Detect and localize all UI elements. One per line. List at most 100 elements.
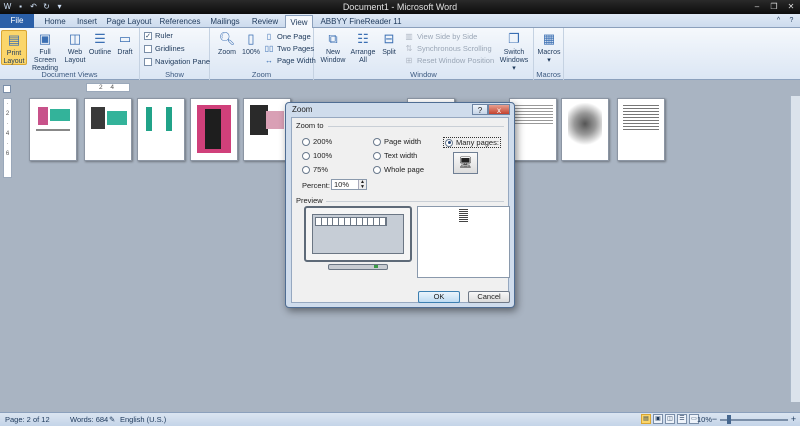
window-title: Document1 - Microsoft Word [342,2,458,12]
ruler-area: 2 4 [0,81,800,95]
page-thumbnail[interactable] [190,98,238,161]
zoom-100-button[interactable]: ▯ 100% [238,30,264,57]
new-window-icon: ⧉ [328,31,338,46]
dialog-help-button[interactable]: ? [472,104,488,115]
horizontal-ruler[interactable]: 2 4 [86,83,130,92]
radio-text-width[interactable]: Text width [373,151,417,160]
two-pages-button[interactable]: ▯▯ Two Pages [264,43,315,54]
page-thumbnail[interactable] [137,98,185,161]
help-icon[interactable]: ? [787,16,796,25]
radio-200[interactable]: 200% [302,137,332,146]
cancel-button[interactable]: Cancel [468,291,510,303]
window-controls: – ❐ ✕ [750,1,798,12]
gridlines-checkbox[interactable]: Gridlines [144,44,185,54]
vertical-ruler[interactable]: · 2 · 4 · 6 [3,98,12,178]
page-width-button[interactable]: ↔ Page Width [264,55,316,66]
minimize-icon[interactable]: – [750,1,764,12]
page-thumbnail[interactable] [84,98,132,161]
group-show: ✓ Ruler Gridlines Navigation Pane Show [140,28,210,80]
page-thumbnail[interactable] [617,98,665,161]
zoom-dialog: Zoom ? x Zoom to 200% 100% 75% Page widt… [285,102,515,308]
macros-icon: ▦ [542,31,556,46]
ruler-checkbox[interactable]: ✓ Ruler [144,31,173,41]
web-layout-button[interactable]: ◫ Web Layout [62,30,88,65]
percent-input[interactable]: 10% ▲ ▼ [331,179,367,190]
status-outline-icon[interactable]: ☰ [677,414,687,424]
group-label-zoom: Zoom [251,70,272,79]
tab-page-layout[interactable]: Page Layout [104,15,154,28]
sync-scroll-icon: ⇅ [405,44,413,53]
page-width-icon: ↔ [265,56,273,65]
macros-button[interactable]: ▦ Macros ▾ [536,30,562,65]
group-document-views: ▤ Print Layout ▣ Full Screen Reading ◫ W… [0,28,140,80]
full-screen-reading-button[interactable]: ▣ Full Screen Reading [28,30,62,73]
reset-window-position-button[interactable]: ⊞ Reset Window Position [404,55,494,66]
ok-button[interactable]: OK [418,291,460,303]
tab-references[interactable]: References [157,15,203,28]
tab-review[interactable]: Review [248,15,282,28]
draft-icon: ▭ [118,31,132,46]
navigation-pane-checkbox[interactable]: Navigation Pane [144,57,210,67]
vertical-scrollbar[interactable] [790,96,800,402]
radio-100[interactable]: 100% [302,151,332,160]
percent-label: Percent: [302,181,330,190]
arrange-all-icon: ☷ [357,31,369,46]
print-layout-button[interactable]: ▤ Print Layout [1,30,27,65]
tab-selector[interactable] [3,85,11,93]
page-count[interactable]: Page: 2 of 12 [5,415,50,424]
radio-many-pages[interactable]: Many pages: [443,137,501,148]
synchronous-scrolling-button[interactable]: ⇅ Synchronous Scrolling [404,43,492,54]
percent-spinner[interactable]: ▲ ▼ [358,180,366,189]
status-print-layout-icon[interactable]: ▤ [641,414,651,424]
zoom-button[interactable]: 🔍︎ Zoom [214,30,240,57]
language-indicator[interactable]: English (U.S.) [120,415,166,424]
arrange-all-button[interactable]: ☷ Arrange All [348,30,378,65]
word-count[interactable]: Words: 684 [70,415,108,424]
status-web-layout-icon[interactable]: ◫ [665,414,675,424]
minimize-ribbon-icon[interactable]: ^ [774,16,783,25]
page-thumbnail[interactable] [29,98,77,161]
close-icon[interactable]: ✕ [784,1,798,12]
radio-page-width[interactable]: Page width [373,137,421,146]
tab-file[interactable]: File [0,14,34,28]
tab-insert[interactable]: Insert [72,15,102,28]
radio-whole-page[interactable]: Whole page [373,165,424,174]
new-window-button[interactable]: ⧉ New Window [318,30,348,65]
page-thumbnail[interactable] [561,98,609,161]
tab-view[interactable]: View [285,15,313,28]
radio-75[interactable]: 75% [302,165,328,174]
many-pages-picker-button[interactable]: 🖥︎ [453,152,478,174]
side-by-side-icon: ▥ [405,32,413,41]
restore-icon[interactable]: ❐ [767,1,781,12]
group-label-document-views: Document Views [41,70,98,79]
switch-windows-button[interactable]: ❐ Switch Windows ▾ [498,30,530,73]
print-layout-icon: ▤ [7,32,21,47]
page-thumbnail[interactable] [509,98,557,161]
zoom-slider[interactable] [720,415,788,424]
status-full-screen-icon[interactable]: ▣ [653,414,663,424]
draft-button[interactable]: ▭ Draft [112,30,138,57]
group-zoom: 🔍︎ Zoom ▯ 100% ▯ One Page ▯▯ Two Pages ↔… [210,28,316,80]
ribbon: ▤ Print Layout ▣ Full Screen Reading ◫ W… [0,28,800,80]
tab-home[interactable]: Home [38,15,72,28]
view-side-by-side-button[interactable]: ▥ View Side by Side [404,31,477,42]
group-label-macros: Macros [536,70,561,79]
outline-button[interactable]: ☰ Outline [87,30,113,57]
zoom-out-icon[interactable]: − [710,414,719,424]
proofing-icon[interactable]: ✎ [109,415,115,424]
dialog-close-button[interactable]: x [488,104,510,115]
one-page-icon: ▯ [266,32,272,41]
group-window: ⧉ New Window ☷ Arrange All ⊟ Split ▥ Vie… [314,28,534,80]
tab-abbyy[interactable]: ABBYY FineReader 11 [318,15,404,28]
split-icon: ⊟ [383,31,395,46]
status-bar: Page: 2 of 12 Words: 684 English (U.S.) … [0,412,800,426]
group-label-window: Window [410,70,437,79]
page-thumbnail[interactable] [243,98,291,161]
group-macros: ▦ Macros ▾ Macros [534,28,564,80]
zoom-to-label: Zoom to [296,121,324,130]
one-page-button[interactable]: ▯ One Page [264,31,311,42]
title-bar: W ▪ ↶ ↻ ▾ Document1 - Microsoft Word – ❐… [0,0,800,14]
split-button[interactable]: ⊟ Split [376,30,402,57]
zoom-in-icon[interactable]: + [789,414,798,424]
tab-mailings[interactable]: Mailings [206,15,244,28]
